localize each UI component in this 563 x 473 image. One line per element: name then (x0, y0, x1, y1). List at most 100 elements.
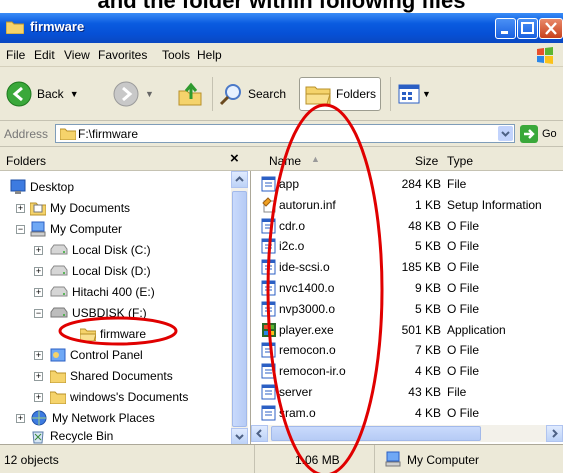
file-name: autorun.inf (279, 197, 336, 212)
menu-help[interactable]: Help (197, 48, 222, 62)
file-row[interactable]: autorun.inf 1 KB Setup Information (251, 195, 563, 214)
file-name: i2c.o (279, 239, 305, 254)
file-name: server (279, 385, 313, 399)
tree-item-my-network-places[interactable]: My Network Places (30, 408, 155, 428)
tree-item-shared-documents[interactable]: Shared Documents (50, 366, 173, 386)
folders-scrollbar[interactable] (231, 171, 248, 445)
folders-button[interactable]: Folders (299, 77, 382, 111)
expand-toggle[interactable]: + (34, 267, 43, 276)
status-total-size: 1.06 MB (295, 453, 340, 467)
tree-item-local-disk-d[interactable]: Local Disk (D:) (50, 261, 151, 281)
file-type: O File (447, 405, 480, 420)
close-icon (545, 22, 557, 35)
file-name: player.exe (279, 322, 334, 337)
tree-item-windows-documents[interactable]: windows's Documents (50, 387, 188, 407)
usb-drive-icon (50, 307, 68, 318)
address-bar: Address F:\firmware Go (0, 121, 563, 147)
tree-item-my-computer[interactable]: My Computer (30, 219, 122, 239)
scroll-up-button[interactable] (231, 171, 248, 188)
address-input[interactable]: F:\firmware (55, 124, 515, 143)
minimize-button[interactable] (495, 18, 516, 39)
scroll-right-button[interactable] (546, 425, 563, 442)
tree-item-recycle-bin[interactable]: Recycle Bin (30, 426, 113, 446)
file-row[interactable]: cdr.o 48 KB O File (251, 216, 563, 235)
maximize-icon (521, 22, 534, 34)
folder-icon (60, 128, 76, 140)
expand-toggle[interactable]: + (16, 204, 25, 213)
file-type: File (447, 385, 467, 399)
forward-button[interactable]: ▼ (113, 77, 154, 111)
maximize-button[interactable] (517, 18, 538, 39)
folder-icon (50, 391, 66, 404)
go-label: Go (542, 128, 557, 140)
file-row[interactable]: remocon-ir.o 4 KB O File (251, 361, 563, 380)
file-size: 5 KB (414, 301, 441, 316)
folder-open-icon (80, 328, 96, 341)
column-type[interactable]: Type (447, 154, 473, 168)
status-location: My Computer (407, 453, 480, 467)
expand-toggle[interactable]: + (34, 246, 43, 255)
tree-item-hitachi-e[interactable]: Hitachi 400 (E:) (50, 282, 155, 302)
tree-item-control-panel[interactable]: Control Panel (50, 345, 143, 365)
file-row[interactable]: ide-scsi.o 185 KB O File (251, 257, 563, 276)
file-row[interactable]: server 43 KB File (251, 382, 563, 401)
file-name: sram.o (279, 405, 316, 420)
menu-edit[interactable]: Edit (34, 48, 55, 62)
caption-text: and the folder within following files (97, 0, 466, 13)
column-name[interactable]: Name (269, 154, 301, 168)
expand-toggle[interactable]: + (34, 393, 43, 402)
chevron-down-icon (501, 131, 510, 137)
tree-item-label: Desktop (30, 180, 75, 194)
menu-tools[interactable]: Tools (162, 48, 190, 62)
collapse-toggle[interactable]: − (16, 225, 25, 234)
up-folder-button[interactable] (176, 77, 204, 111)
file-row[interactable]: nvc1400.o 9 KB O File (251, 278, 563, 297)
file-size: 501 KB (401, 322, 441, 337)
tree-item-label: Local Disk (C:) (72, 243, 151, 257)
menu-favorites[interactable]: Favorites (98, 48, 147, 62)
drive-icon (50, 286, 68, 297)
scroll-thumb[interactable] (232, 191, 247, 427)
column-size[interactable]: Size (415, 154, 438, 168)
file-icon (261, 363, 276, 379)
tree-item-local-disk-c[interactable]: Local Disk (C:) (50, 240, 151, 260)
file-row[interactable]: app 284 KB File (251, 174, 563, 193)
title-bar[interactable]: firmware (0, 13, 563, 43)
status-bar: 12 objects 1.06 MB My Computer (0, 444, 563, 473)
search-button[interactable]: Search (218, 77, 286, 111)
menu-view[interactable]: View (64, 48, 90, 62)
scroll-down-button[interactable] (231, 428, 248, 445)
tree-item-my-documents[interactable]: My Documents (30, 198, 130, 218)
file-row[interactable]: remocon.o 7 KB O File (251, 340, 563, 359)
file-row[interactable]: player.exe 501 KB Application (251, 320, 563, 339)
tree-item-label: My Computer (50, 222, 123, 236)
close-pane-icon[interactable]: × (230, 150, 239, 167)
status-object-count: 12 objects (4, 453, 59, 467)
file-row[interactable]: nvp3000.o 5 KB O File (251, 299, 563, 318)
expand-toggle[interactable]: + (34, 372, 43, 381)
chevron-left-icon (256, 429, 262, 438)
address-dropdown-button[interactable] (498, 126, 513, 141)
go-button[interactable]: Go (520, 125, 557, 143)
expand-toggle[interactable]: + (34, 351, 43, 360)
scroll-thumb[interactable] (271, 426, 481, 441)
expand-toggle[interactable]: + (34, 288, 43, 297)
scroll-left-button[interactable] (251, 425, 268, 442)
views-button[interactable]: ▼ (398, 77, 431, 111)
close-button[interactable] (539, 18, 563, 39)
file-list-hscrollbar[interactable] (251, 425, 563, 442)
file-icon (261, 259, 276, 275)
recycle-bin-icon (32, 431, 44, 444)
file-row[interactable]: i2c.o 5 KB O File (251, 236, 563, 255)
setup-file-icon (262, 197, 276, 213)
menu-file[interactable]: File (6, 48, 25, 62)
collapse-toggle[interactable]: − (34, 309, 43, 318)
tree-item-firmware[interactable]: firmware (80, 324, 146, 344)
file-row[interactable]: sram.o 4 KB O File (251, 403, 563, 422)
back-button[interactable]: Back ▼ (6, 77, 79, 111)
file-name: app (279, 177, 300, 191)
folder-icon (50, 370, 66, 383)
tree-item-desktop[interactable]: Desktop (10, 177, 74, 197)
expand-toggle[interactable]: + (16, 414, 25, 423)
tree-item-usbdisk-f[interactable]: USBDISK (F:) (50, 303, 147, 323)
